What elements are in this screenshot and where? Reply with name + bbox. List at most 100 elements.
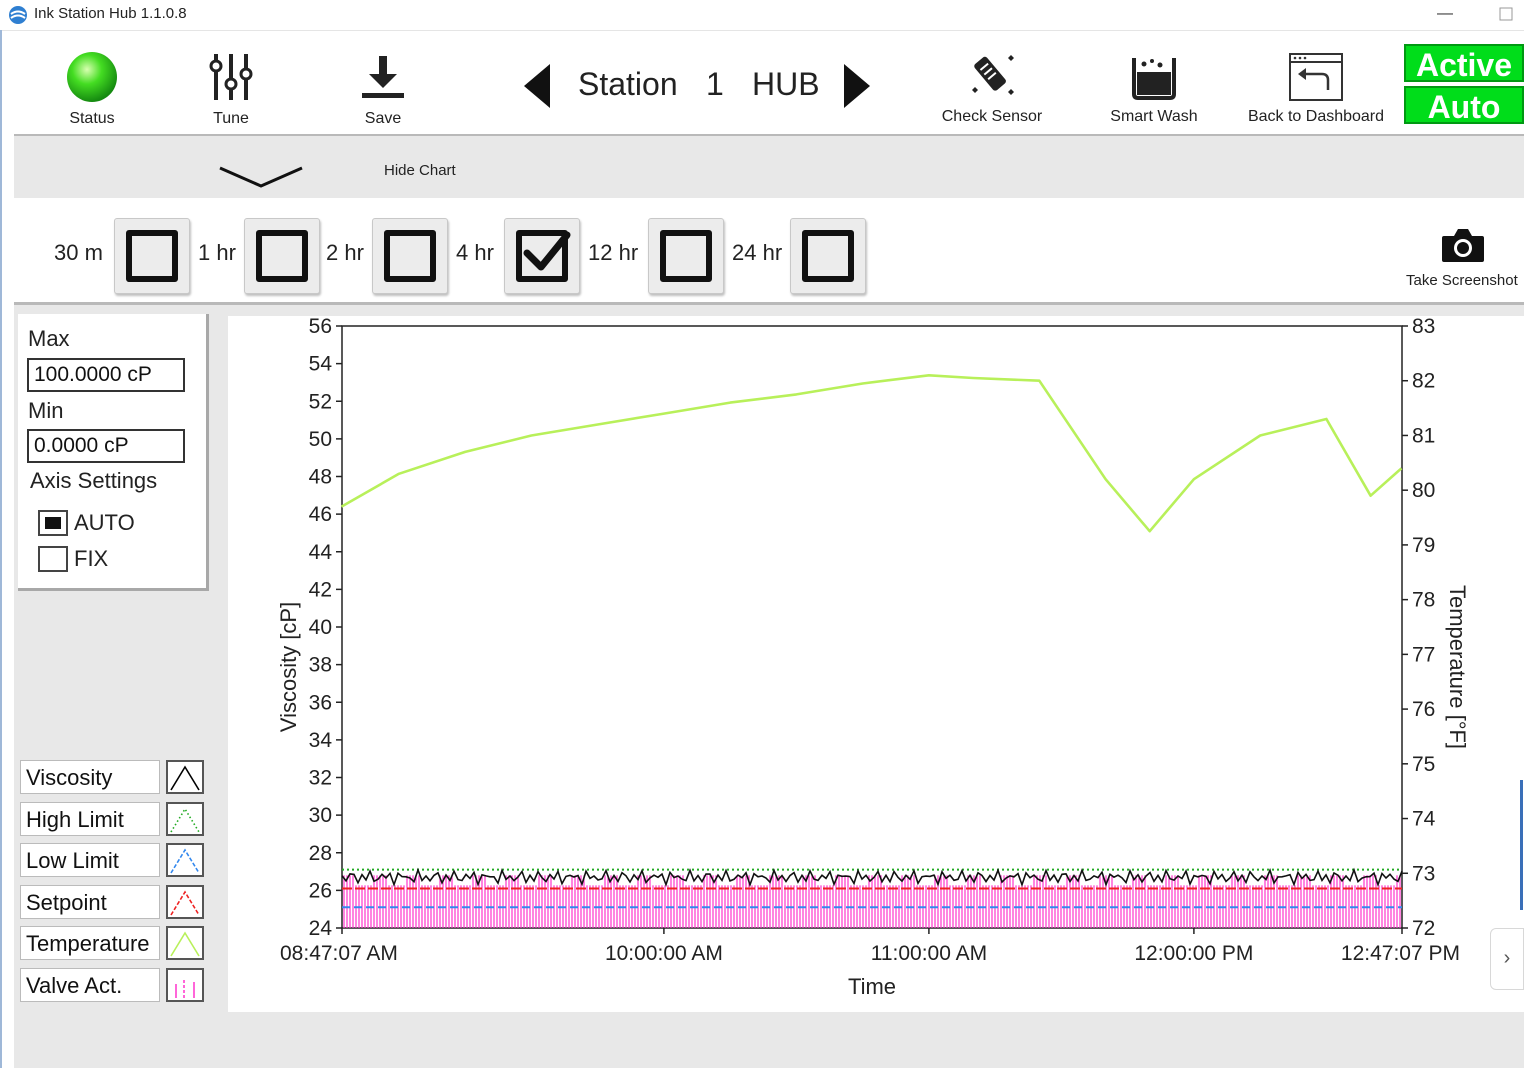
y2-tick-label: 83: [1412, 316, 1435, 338]
sensor-wand-icon: [972, 55, 1014, 95]
legend-swatch-icon[interactable]: [166, 760, 204, 794]
y-tick-label: 48: [309, 466, 332, 489]
legend-item-label: Low Limit: [20, 843, 160, 877]
x-tick-label: 11:00:00 AM: [871, 942, 987, 965]
viscosity-temperature-chart: 24 26 28 30 32 34 36 38 40 42 44 46 48 50 52 54 56 72 73 74…: [276, 315, 1470, 999]
status-button[interactable]: Status: [44, 44, 140, 130]
min-input[interactable]: 0.0000 cP: [27, 429, 185, 463]
y2-tick-label: 79: [1412, 534, 1435, 557]
y2-tick-label: 75: [1412, 753, 1435, 776]
legend-swatch-icon[interactable]: [166, 843, 204, 877]
y-tick-label: 34: [309, 729, 333, 752]
range-option-checkbox[interactable]: [244, 218, 320, 294]
station-label: Station: [578, 66, 678, 102]
legend-item[interactable]: Setpoint: [20, 884, 206, 923]
legend-item[interactable]: Viscosity: [20, 760, 206, 798]
next-station-arrow-icon[interactable]: [840, 62, 874, 110]
download-icon: [362, 56, 404, 98]
minimize-button[interactable]: —: [1432, 2, 1458, 26]
y-tick-label: 32: [309, 767, 332, 790]
fix-checkbox[interactable]: [38, 546, 68, 572]
y2-tick-label: 74: [1412, 808, 1436, 831]
checkbox-empty-icon: [256, 230, 308, 282]
chevron-down-icon[interactable]: [216, 160, 306, 192]
back-to-dashboard-label: Back to Dashboard: [1247, 108, 1385, 125]
maximize-button[interactable]: [1496, 4, 1516, 24]
range-option-checkbox[interactable]: [648, 218, 724, 294]
y-tick-label: 40: [309, 616, 332, 639]
legend-item-label: High Limit: [20, 801, 160, 836]
y-axis-title: Viscosity [cP]: [276, 602, 301, 732]
app-icon: [9, 6, 27, 24]
active-status-badge[interactable]: Active: [1404, 44, 1524, 83]
checkbox-empty-icon: [126, 230, 178, 282]
back-to-dashboard-button[interactable]: Back to Dashboard: [1240, 46, 1392, 130]
y2-tick-label: 77: [1412, 643, 1435, 666]
y2-tick-label: 78: [1412, 589, 1435, 612]
y-tick-label: 30: [309, 804, 332, 827]
window-left-border: [0, 30, 2, 1068]
y-tick-label: 26: [309, 879, 332, 902]
smart-wash-button[interactable]: Smart Wash: [1100, 46, 1208, 130]
y-tick-label: 38: [309, 654, 332, 677]
station-number: 1: [706, 66, 724, 102]
window-right-accent: [1520, 780, 1523, 910]
y2-axis-title: Temperature [°F]: [1445, 585, 1470, 749]
legend-item[interactable]: Temperature: [20, 926, 206, 964]
legend-item[interactable]: Valve Act.: [20, 967, 206, 1006]
y-tick-label: 56: [309, 316, 332, 338]
y-tick-label: 28: [309, 842, 332, 865]
range-option-label: 2 hr: [326, 240, 364, 265]
previous-station-arrow-icon[interactable]: [520, 62, 554, 110]
check-sensor-button[interactable]: Check Sensor: [936, 46, 1048, 130]
legend-item[interactable]: High Limit: [20, 801, 206, 840]
range-option-label: 12 hr: [588, 240, 639, 265]
auto-checkbox[interactable]: [38, 510, 68, 536]
legend-item-label: Setpoint: [20, 884, 160, 919]
y-tick-label: 44: [309, 541, 333, 564]
plot-frame: [341, 325, 1403, 929]
station-name: HUB: [752, 66, 820, 102]
status-label: Status: [69, 110, 115, 127]
checkbox-empty-icon: [384, 230, 436, 282]
legend-item-label: Temperature: [20, 926, 160, 960]
x-tick-label: 12:00:00 PM: [1134, 942, 1253, 965]
legend-item-label: Viscosity: [20, 760, 160, 794]
range-option-checkbox[interactable]: [504, 218, 580, 294]
chart-legend: Viscosity High Limit Low Limit Setpoint Temp…: [18, 760, 208, 1010]
y2-tick-label: 82: [1412, 370, 1435, 393]
range-option-label: 24 hr: [732, 240, 783, 265]
chevron-right-icon[interactable]: ›: [1490, 928, 1524, 990]
legend-item-label: Valve Act.: [20, 967, 160, 1002]
range-option-checkbox[interactable]: [372, 218, 448, 294]
y-tick-label: 46: [309, 503, 332, 526]
legend-swatch-icon[interactable]: [166, 801, 204, 836]
checkbox-empty-icon: [802, 230, 854, 282]
auto-mode-badge[interactable]: Auto: [1404, 86, 1524, 125]
smart-wash-label: Smart Wash: [1110, 108, 1198, 125]
max-input[interactable]: 100.0000 cP: [27, 358, 185, 392]
range-option-label: 4 hr: [456, 240, 494, 265]
camera-icon[interactable]: [1440, 226, 1486, 264]
legend-swatch-icon[interactable]: [166, 926, 204, 960]
range-option-checkbox[interactable]: [790, 218, 866, 294]
range-option-label: 30 m: [54, 240, 103, 265]
checkbox-empty-icon: [660, 230, 712, 282]
save-button[interactable]: Save: [340, 44, 426, 130]
wash-tank-icon: [1132, 58, 1176, 100]
tune-button[interactable]: Tune: [188, 44, 274, 130]
y2-tick-label: 73: [1412, 862, 1435, 885]
range-option-checkbox[interactable]: [114, 218, 190, 294]
tune-label: Tune: [213, 110, 249, 127]
legend-swatch-icon[interactable]: [166, 967, 204, 1002]
checkbox-checked-icon: [516, 230, 571, 282]
max-label: Max: [28, 326, 70, 351]
status-led-icon: [67, 52, 117, 102]
legend-swatch-icon[interactable]: [166, 884, 204, 919]
min-label: Min: [28, 398, 64, 423]
window-title: Ink Station Hub 1.1.0.8: [34, 5, 187, 22]
legend-item[interactable]: Low Limit: [20, 843, 206, 881]
x-axis-title: Time: [848, 974, 896, 999]
take-screenshot-button[interactable]: Take Screenshot: [1406, 272, 1518, 289]
hide-chart-button[interactable]: Hide Chart: [384, 162, 456, 179]
